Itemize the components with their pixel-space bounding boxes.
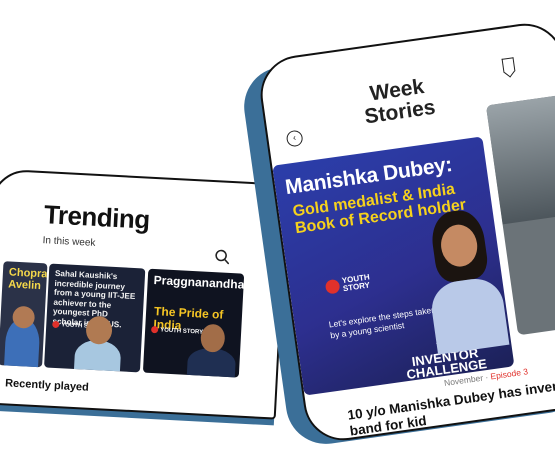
app-showcase: { "trending": { "title": "Trending", "su… — [0, 0, 555, 450]
brand-logo: YOUTH STORY — [150, 325, 203, 336]
trending-title: Trending — [43, 199, 151, 235]
trending-subtitle: In this week — [42, 235, 96, 249]
trending-card[interactable]: Sahal Kaushik's incredible journey from … — [44, 263, 146, 373]
girl-photo — [415, 206, 510, 355]
phone-week-stories: Week Stories ‹ Manishka Dubey: Gold meda… — [255, 18, 555, 446]
page-title: Week Stories — [363, 75, 437, 129]
recently-played-heading: Recently played — [4, 377, 90, 394]
trending-carousel: Chopra, Avelin Sahal Kaushik's incredibl… — [0, 260, 288, 384]
person-head — [85, 315, 113, 345]
search-icon[interactable] — [214, 248, 231, 265]
card-caption: Chopra, Avelin — [8, 266, 48, 293]
back-icon[interactable]: ‹ — [285, 129, 304, 148]
brand-dot-icon — [324, 278, 341, 295]
brand-logo: YOUTH STORY — [324, 272, 372, 295]
card-caption: Praggnanandhaa — [153, 273, 245, 293]
bookmark-icon[interactable] — [501, 57, 516, 73]
person-head — [200, 323, 226, 353]
phone-trending: Trending In this week Chopra, Avelin Sah… — [0, 168, 288, 420]
trending-card[interactable]: Chopra, Avelin — [0, 261, 48, 368]
featured-story-card[interactable]: Manishka Dubey: Gold medalist & India Bo… — [272, 136, 515, 396]
trending-card[interactable]: Praggnanandhaa The Pride of India YOUTH … — [142, 268, 245, 378]
story-explore-text: Let's explore the steps taken by a young… — [328, 304, 437, 341]
